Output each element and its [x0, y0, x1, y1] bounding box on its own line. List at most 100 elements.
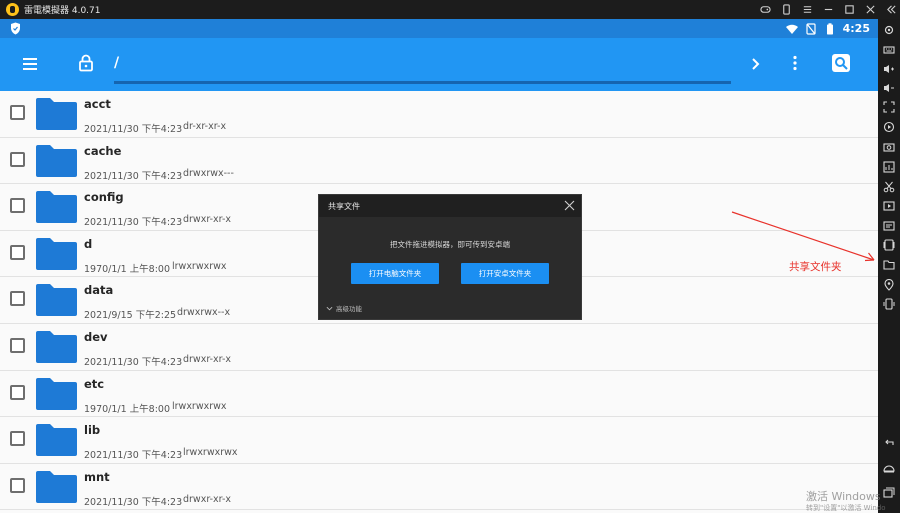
file-row[interactable]: mnt 2021/11/30 下午4:23 drwxr-xr-x: [0, 463, 878, 511]
file-permissions: lrwxrwxrwx: [172, 260, 227, 272]
file-permissions: drwxr-xr-x: [183, 214, 232, 226]
minimize-icon[interactable]: [819, 0, 837, 19]
share-file-dialog: 共享文件 把文件拖进模拟器，即可传到安卓端 打开电脑文件夹 打开安卓文件夹 高级…: [318, 194, 582, 320]
keyboard-icon[interactable]: [881, 42, 897, 58]
chevron-down-icon: [326, 306, 333, 310]
shake-icon[interactable]: [881, 296, 897, 312]
fullscreen-icon[interactable]: [881, 99, 897, 115]
current-path[interactable]: /: [114, 55, 119, 71]
annotation-label: 共享文件夹: [789, 261, 842, 273]
battery-icon: [826, 22, 833, 34]
file-permissions: lrwxrwxrwx: [183, 447, 238, 459]
hamburger-menu-icon[interactable]: [21, 55, 39, 73]
file-row[interactable]: acct 2021/11/30 下午4:23 dr-xr-xr-x: [0, 91, 878, 138]
no-sim-icon: [806, 22, 816, 35]
file-row[interactable]: cache 2021/11/30 下午4:23 drwxrwx---: [0, 137, 878, 185]
select-checkbox[interactable]: [10, 477, 25, 493]
folder-icon: [36, 284, 77, 317]
file-name: cache: [84, 143, 122, 158]
file-name: config: [84, 190, 124, 205]
emulator-title: 雷電模擬器 4.0.71: [24, 6, 101, 16]
settings-gear-icon[interactable]: [881, 22, 897, 38]
select-checkbox[interactable]: [10, 337, 25, 353]
file-date: 1970/1/1 上午8:00: [84, 403, 171, 415]
select-checkbox[interactable]: [10, 384, 25, 400]
file-row[interactable]: etc 1970/1/1 上午8:00 lrwxrwxrwx: [0, 370, 878, 418]
open-pc-folder-button[interactable]: 打开电脑文件夹: [351, 263, 439, 284]
file-permissions: drwxrwx--x: [177, 307, 231, 319]
file-name: d: [84, 236, 93, 251]
video-icon[interactable]: [881, 198, 897, 214]
file-name: mnt: [84, 469, 110, 484]
advanced-label: 高级功能: [336, 305, 362, 313]
performance-icon[interactable]: [881, 159, 897, 175]
macro-icon[interactable]: [881, 218, 897, 234]
volume-down-icon[interactable]: [881, 80, 897, 96]
back-icon[interactable]: [881, 435, 897, 451]
folder-icon: [36, 330, 77, 363]
wifi-icon: [785, 24, 798, 34]
more-vertical-icon[interactable]: [787, 54, 803, 72]
activation-watermark: 激活 Windows: [806, 490, 881, 503]
emulator-titlebar: 雷電模擬器 4.0.71: [0, 0, 900, 19]
chevron-right-icon[interactable]: [748, 55, 762, 73]
folder-icon: [36, 470, 77, 503]
file-permissions: dr-xr-xr-x: [183, 121, 227, 132]
select-checkbox[interactable]: [10, 151, 25, 167]
file-date: 2021/11/30 下午4:23: [84, 496, 183, 508]
select-checkbox[interactable]: [10, 198, 25, 214]
folder-icon: [36, 237, 77, 270]
select-checkbox[interactable]: [10, 105, 25, 120]
file-date: 2021/11/30 下午4:23: [84, 450, 183, 462]
collapse-sidebar-icon[interactable]: [882, 0, 900, 19]
file-date: 2021/11/30 下午4:23: [84, 124, 183, 135]
status-clock: 4:25: [842, 22, 870, 35]
volume-up-icon[interactable]: [881, 61, 897, 77]
file-name: etc: [84, 376, 105, 391]
dialog-title: 共享文件: [328, 202, 360, 211]
recent-apps-icon[interactable]: [881, 485, 897, 501]
location-icon[interactable]: [881, 277, 897, 293]
close-icon[interactable]: [564, 200, 575, 211]
window-controls: [753, 0, 900, 19]
file-row[interactable]: lib 2021/11/30 下午4:23 lrwxrwxrwx: [0, 417, 878, 464]
lock-icon[interactable]: [78, 54, 94, 72]
close-window-icon[interactable]: [861, 0, 879, 19]
file-date: 2021/11/30 下午4:23: [84, 356, 183, 368]
status-icons: 4:25: [785, 19, 870, 38]
scissors-icon[interactable]: [881, 179, 897, 195]
folder-icon: [36, 377, 77, 410]
dialog-header: 共享文件: [319, 195, 581, 217]
file-name: acct: [84, 97, 111, 111]
settings-menu-icon[interactable]: [798, 0, 816, 19]
file-permissions: drwxrwx---: [183, 167, 234, 179]
file-name: dev: [84, 329, 108, 344]
android-statusbar: 4:25: [0, 19, 878, 38]
screenshot-icon[interactable]: [881, 139, 897, 155]
select-checkbox[interactable]: [10, 291, 25, 307]
select-checkbox[interactable]: [10, 244, 25, 260]
app-toolbar: /: [0, 38, 878, 91]
file-date: 2021/9/15 下午2:25: [84, 310, 177, 322]
folder-icon: [36, 191, 77, 224]
home-icon[interactable]: [881, 460, 897, 476]
file-permissions: lrwxrwxrwx: [172, 400, 227, 412]
search-button[interactable]: [832, 54, 850, 72]
search-icon: [835, 57, 848, 70]
multi-instance-icon[interactable]: [881, 237, 897, 253]
gamepad-icon[interactable]: [756, 0, 774, 19]
phone-icon[interactable]: [777, 0, 795, 19]
maximize-icon[interactable]: [840, 0, 858, 19]
dialog-message: 把文件拖进模拟器，即可传到安卓端: [390, 240, 510, 249]
folder-icon: [36, 424, 77, 457]
advanced-toggle[interactable]: 高级功能: [326, 303, 362, 313]
record-icon[interactable]: [881, 119, 897, 135]
folder-icon: [36, 144, 77, 177]
open-android-folder-button[interactable]: 打开安卓文件夹: [461, 263, 549, 284]
activation-watermark-sub: 转到"设置"以激活 Windo: [806, 504, 886, 512]
file-name: data: [84, 283, 114, 298]
select-checkbox[interactable]: [10, 431, 25, 447]
shared-folder-icon[interactable]: [881, 257, 897, 273]
file-row[interactable]: dev 2021/11/30 下午4:23 drwxr-xr-x: [0, 323, 878, 371]
file-name: lib: [84, 423, 101, 438]
